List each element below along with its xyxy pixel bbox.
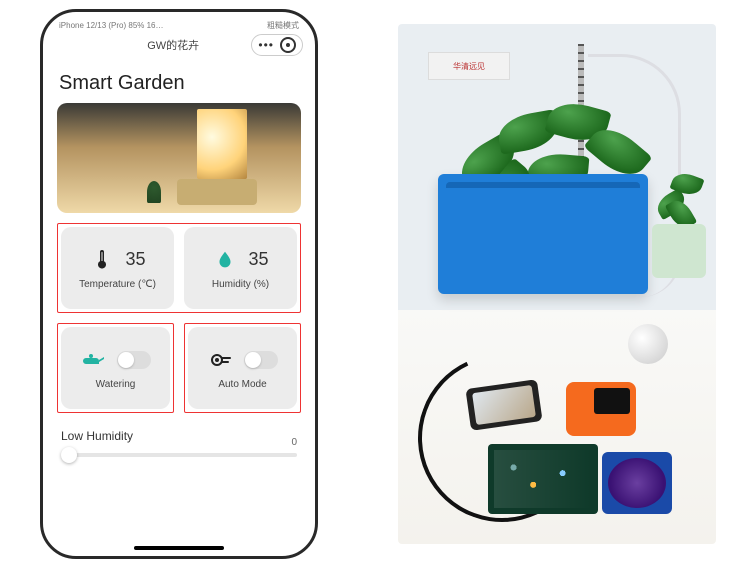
status-bar: iPhone 12/13 (Pro) 85% 16… 粗糙模式 (53, 18, 305, 32)
humidity-value: 35 (248, 249, 268, 270)
auto-mode-icon (208, 347, 234, 373)
sensor-row: 35 Temperature (℃) 35 Humidity (%) (57, 223, 301, 313)
phone-frame: iPhone 12/13 (Pro) 85% 16… 粗糙模式 GW的花卉 ••… (40, 9, 318, 559)
miniprogram-capsule[interactable]: ••• (251, 34, 303, 56)
thermometer-icon (89, 247, 115, 273)
orange-device (566, 382, 636, 436)
more-icon[interactable]: ••• (258, 38, 274, 52)
status-left: iPhone 12/13 (Pro) 85% 16… (59, 21, 164, 30)
watering-can-icon (81, 347, 107, 373)
temperature-value: 35 (125, 249, 145, 270)
auto-mode-label: Auto Mode (218, 379, 266, 390)
humidity-unit: (%) (254, 279, 270, 290)
wall-sign: 华清远见 (428, 52, 510, 80)
watering-label: Watering (96, 379, 136, 390)
control-row: Watering Auto Mode (57, 323, 301, 413)
water-pump (628, 324, 668, 364)
blue-container (438, 174, 648, 294)
humidity-icon (212, 247, 238, 273)
page-title: Smart Garden (59, 72, 299, 95)
main-pcb (488, 444, 598, 514)
slider-value: 0 (291, 437, 297, 448)
auto-mode-card[interactable]: Auto Mode (188, 327, 297, 409)
home-indicator (134, 546, 224, 550)
status-right: 粗糙模式 (267, 20, 299, 31)
temperature-card: 35 Temperature (℃) (61, 227, 174, 309)
hardware-photo: 华清远见 (398, 24, 716, 544)
small-pot (652, 224, 706, 278)
humidity-label: Humidity (212, 279, 251, 290)
watering-toggle[interactable] (117, 351, 151, 369)
humidity-card: 35 Humidity (%) (184, 227, 297, 309)
round-pcb (602, 452, 672, 514)
phone-on-desk (465, 379, 542, 431)
auto-mode-toggle[interactable] (244, 351, 278, 369)
miniprogram-title: GW的花卉 (95, 37, 251, 53)
hero-image (57, 103, 301, 213)
slider-thumb[interactable] (61, 447, 77, 463)
watering-card[interactable]: Watering (61, 327, 170, 409)
temperature-unit: (℃) (138, 279, 156, 290)
close-icon[interactable] (280, 37, 296, 53)
low-humidity-slider[interactable]: 0 (61, 453, 297, 457)
low-humidity-section: Low Humidity 0 (61, 429, 297, 457)
temperature-label: Temperature (79, 279, 135, 290)
miniprogram-header: GW的花卉 ••• (53, 34, 305, 56)
low-humidity-label: Low Humidity (61, 429, 297, 443)
